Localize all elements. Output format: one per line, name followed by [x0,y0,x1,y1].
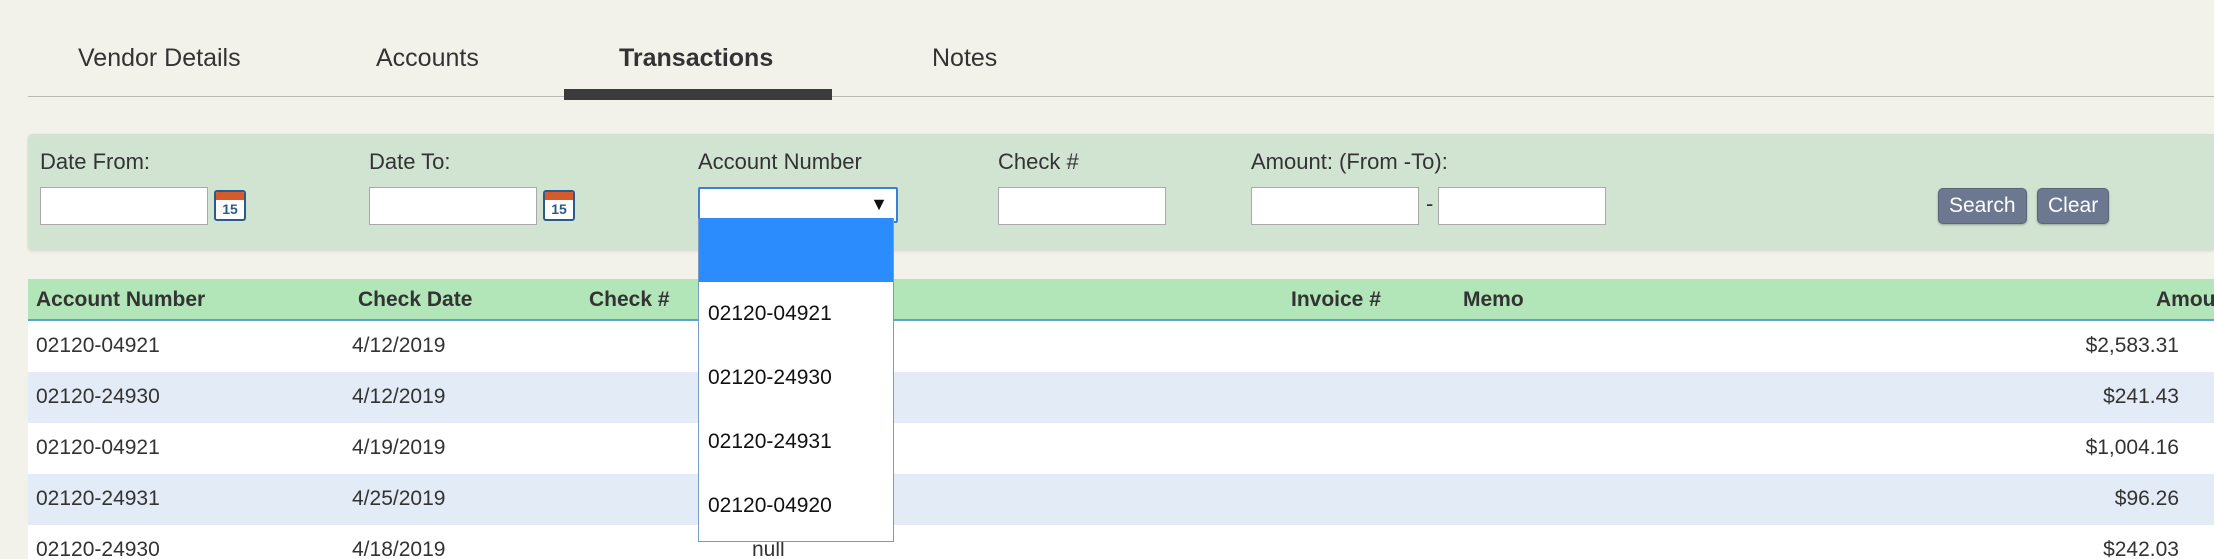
cell-amount: $241.43 [2103,385,2179,408]
cell-account-number: 02120-24931 [36,487,160,510]
check-number-label: Check # [998,149,1079,174]
transactions-table: Account Number Check Date Check # Invoic… [28,279,2214,559]
dropdown-option[interactable]: 02120-04921 [699,282,893,346]
calendar-day-number: 15 [222,201,238,217]
column-header-invoice-number[interactable]: Invoice # [1291,288,1381,312]
amount-from-input[interactable] [1251,187,1419,225]
calendar-icon[interactable]: 15 [543,190,575,221]
amount-separator: - [1426,191,1434,216]
cell-account-number: 02120-24930 [36,385,160,408]
column-header-account-number[interactable]: Account Number [36,288,205,312]
check-number-input[interactable] [998,187,1166,225]
dropdown-option[interactable]: 02120-04920 [699,474,893,538]
dropdown-option[interactable]: 02120-24931 [699,410,893,474]
cell-check-date: 4/25/2019 [352,487,446,510]
tab-transactions[interactable]: Transactions [619,44,773,73]
calendar-day-number: 15 [551,201,567,217]
cell-account-number: 02120-04921 [36,334,160,357]
date-to-label: Date To: [369,149,451,174]
dropdown-option[interactable]: 02120-24930 [699,346,893,410]
column-header-check-date[interactable]: Check Date [358,288,472,312]
dropdown-option-blank[interactable] [699,218,893,282]
column-header-check-number[interactable]: Check # [589,288,670,312]
cell-account-number: 02120-04921 [36,436,160,459]
cell-check-date: 4/18/2019 [352,538,446,559]
tab-notes[interactable]: Notes [932,44,997,73]
clear-button[interactable]: Clear [2037,188,2110,224]
tab-bar: Vendor Details Accounts Transactions Not… [28,0,2214,100]
cell-check-date: 4/12/2019 [352,334,446,357]
table-row[interactable]: 02120-04921 4/19/2019 $1,004.16 [28,423,2214,474]
active-tab-indicator [564,89,832,100]
filter-panel: Date From: 15 Date To: 15 Account Number… [28,134,2214,250]
account-number-label: Account Number [698,149,862,174]
table-header: Account Number Check Date Check # Invoic… [28,279,2214,321]
column-header-amount[interactable]: Amou [2156,288,2214,312]
account-number-dropdown-list: 02120-04921 02120-24930 02120-24931 0212… [698,218,894,542]
date-from-label: Date From: [40,149,151,174]
cell-amount: $96.26 [2114,487,2179,510]
table-row[interactable]: 02120-24931 4/25/2019 $96.26 [28,474,2214,525]
dropdown-arrow-icon: ▼ [870,194,888,214]
table-row[interactable]: 02120-24930 4/12/2019 $241.43 [28,372,2214,423]
tab-vendor-details[interactable]: Vendor Details [78,44,241,73]
date-to-input[interactable] [369,187,537,225]
calendar-icon[interactable]: 15 [214,190,246,221]
amount-range-label: Amount: (From -To): [1251,149,1448,174]
cell-check-date: 4/19/2019 [352,436,446,459]
cell-amount: $242.03 [2103,538,2179,559]
cell-account-number: 02120-24930 [36,538,160,559]
search-button[interactable]: Search [1938,188,2027,224]
column-header-memo[interactable]: Memo [1463,288,1524,312]
cell-amount: $2,583.31 [2085,334,2179,357]
amount-to-input[interactable] [1438,187,1606,225]
table-row[interactable]: 02120-04921 4/12/2019 $2,583.31 [28,321,2214,372]
cell-amount: $1,004.16 [2085,436,2179,459]
cell-check-date: 4/12/2019 [352,385,446,408]
tab-accounts[interactable]: Accounts [376,44,479,73]
date-from-input[interactable] [40,187,208,225]
